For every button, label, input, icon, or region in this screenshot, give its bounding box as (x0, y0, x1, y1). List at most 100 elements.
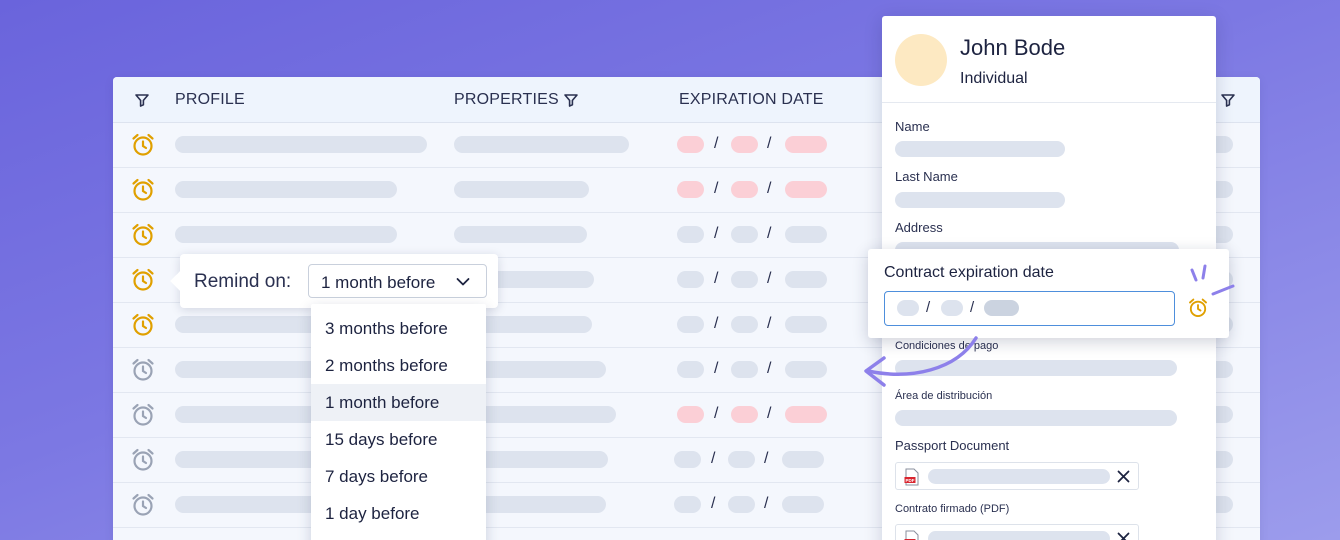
date-separator: / (714, 135, 719, 152)
reminder-popover: Remind on: 1 month before (180, 254, 498, 308)
date-separator: / (714, 360, 719, 377)
alarm-clock-icon[interactable] (130, 222, 156, 248)
profile-type: Individual (960, 70, 1028, 87)
field-label-last-name: Last Name (895, 169, 958, 184)
remind-option[interactable]: 15 days before (311, 421, 486, 458)
filter-icon[interactable] (134, 92, 150, 108)
month-placeholder (731, 406, 758, 423)
remind-options-menu: 3 months before 2 months before 1 month be… (311, 304, 486, 540)
day-placeholder (677, 316, 704, 333)
alarm-clock-icon[interactable] (130, 357, 156, 383)
contract-expiration-input[interactable]: / / (884, 291, 1175, 326)
alarm-clock-icon[interactable] (130, 267, 156, 293)
month-placeholder (941, 300, 963, 316)
alarm-clock-icon[interactable] (130, 447, 156, 473)
passport-file-chip[interactable]: PDF (895, 462, 1139, 490)
month-placeholder (731, 136, 758, 153)
field-label-passport: Passport Document (895, 438, 1010, 453)
year-placeholder (785, 271, 827, 288)
alarm-clock-icon[interactable] (130, 492, 156, 518)
field-label-address: Address (895, 220, 943, 235)
alarm-clock-icon[interactable] (130, 312, 156, 338)
date-separator: / (714, 315, 719, 332)
remind-selected-value: 1 month before (321, 273, 436, 292)
column-header-expiration-date[interactable]: EXPIRATION DATE (679, 91, 824, 109)
month-placeholder (728, 451, 755, 468)
alarm-clock-icon[interactable] (130, 177, 156, 203)
remind-select[interactable]: 1 month before (308, 264, 487, 298)
profile-placeholder (175, 226, 397, 243)
remind-option[interactable]: 1 day before (311, 495, 486, 532)
alarm-clock-icon[interactable] (130, 132, 156, 158)
panel-divider (882, 102, 1216, 103)
pdf-icon: PDF (904, 468, 919, 486)
remind-option[interactable]: 2 months before (311, 347, 486, 384)
date-separator: / (970, 299, 975, 316)
day-placeholder (677, 226, 704, 243)
properties-placeholder (454, 136, 629, 153)
profile-placeholder (175, 136, 427, 153)
remind-label: Remind on: (194, 271, 292, 292)
profile-placeholder (175, 181, 397, 198)
curved-arrow-icon (864, 336, 978, 387)
remind-option[interactable]: 7 days before (311, 458, 486, 495)
year-placeholder (785, 136, 827, 153)
close-icon[interactable] (1117, 470, 1130, 483)
date-separator: / (714, 405, 719, 422)
day-placeholder (677, 271, 704, 288)
properties-placeholder (454, 226, 587, 243)
remind-option[interactable]: 1 month before (311, 384, 486, 421)
date-separator: / (767, 135, 772, 152)
month-placeholder (731, 361, 758, 378)
date-separator: / (767, 270, 772, 287)
date-separator: / (767, 360, 772, 377)
year-placeholder (785, 316, 827, 333)
field-value-last-name[interactable] (895, 192, 1065, 208)
year-placeholder (984, 300, 1019, 316)
chevron-down-icon (456, 278, 470, 286)
year-placeholder (782, 496, 824, 513)
avatar (895, 34, 947, 86)
field-label-name: Name (895, 119, 930, 134)
date-separator: / (714, 180, 719, 197)
close-icon[interactable] (1117, 532, 1130, 540)
day-placeholder (677, 136, 704, 153)
month-placeholder (731, 271, 758, 288)
day-placeholder (897, 300, 919, 316)
column-header-profile[interactable]: PROFILE (175, 91, 245, 109)
contract-expiration-title: Contract expiration date (884, 264, 1054, 281)
month-placeholder (728, 496, 755, 513)
month-placeholder (731, 226, 758, 243)
date-separator: / (926, 299, 931, 316)
date-separator: / (711, 495, 716, 512)
day-placeholder (677, 406, 704, 423)
date-separator: / (767, 315, 772, 332)
remind-option[interactable]: 3 months before (311, 310, 486, 347)
properties-filter-icon[interactable] (563, 92, 579, 108)
month-placeholder (731, 316, 758, 333)
year-placeholder (785, 361, 827, 378)
day-placeholder (677, 181, 704, 198)
contract-expiration-popup: Contract expiration date / / (868, 249, 1229, 338)
year-placeholder (785, 226, 827, 243)
year-placeholder (785, 406, 827, 423)
date-separator: / (714, 225, 719, 242)
date-separator: / (767, 405, 772, 422)
month-placeholder (731, 181, 758, 198)
file-name-placeholder (928, 469, 1110, 484)
date-separator: / (767, 225, 772, 242)
file-name-placeholder (928, 531, 1110, 540)
column-header-properties[interactable]: PROPERTIES (454, 91, 559, 109)
field-value-distribution-area[interactable] (895, 410, 1177, 426)
svg-text:PDF: PDF (906, 478, 915, 483)
alarm-clock-icon[interactable] (130, 402, 156, 428)
sparkle-lines-icon (1190, 264, 1235, 296)
date-separator: / (764, 450, 769, 467)
day-placeholder (674, 451, 701, 468)
contract-file-chip[interactable]: PDF (895, 524, 1139, 540)
right-filter-icon[interactable] (1220, 92, 1236, 108)
date-separator: / (767, 180, 772, 197)
field-value-name[interactable] (895, 141, 1065, 157)
year-placeholder (785, 181, 827, 198)
day-placeholder (677, 361, 704, 378)
